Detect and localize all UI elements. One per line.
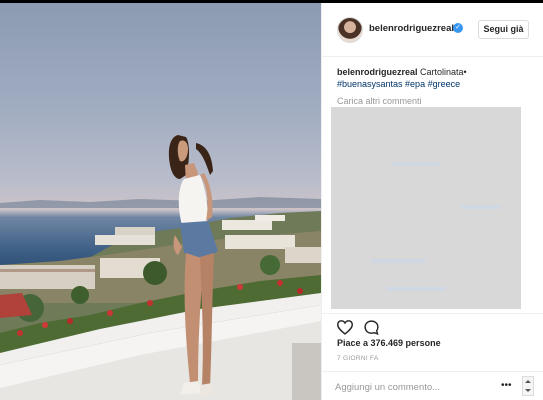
post-actions-bar	[322, 313, 543, 338]
more-options-icon[interactable]: •••	[501, 381, 512, 391]
comment-placeholder-line	[371, 259, 426, 263]
likes-count[interactable]: Piace a 376.469 persone	[337, 338, 441, 348]
avatar[interactable]	[337, 17, 363, 43]
add-comment-input[interactable]	[335, 380, 495, 394]
comment-placeholder-line	[461, 205, 501, 209]
post-timestamp: 7 GIORNI FA	[337, 355, 379, 362]
heart-icon[interactable]	[336, 319, 354, 335]
post-sidebar: belenrodriguezreal ✓ Segui già belenrodr…	[321, 3, 543, 400]
photo-scene	[0, 135, 321, 400]
post-header: belenrodriguezreal ✓ Segui già	[322, 3, 543, 57]
header-username[interactable]: belenrodriguezreal	[369, 23, 454, 34]
scrollbar-arrows-icon[interactable]	[522, 376, 534, 396]
comment-bubble-icon[interactable]	[363, 319, 380, 336]
post-caption: belenrodriguezreal Cartolinata• #buenasy…	[337, 66, 532, 90]
comment-placeholder-line	[386, 287, 446, 291]
comment-placeholder-line	[391, 162, 441, 166]
verified-badge-icon: ✓	[453, 23, 463, 33]
following-button[interactable]: Segui già	[478, 20, 529, 39]
instagram-post-window: belenrodriguezreal ✓ Segui già belenrodr…	[0, 0, 543, 400]
post-photo[interactable]	[0, 3, 321, 400]
caption-text: Cartolinata•	[417, 67, 467, 77]
comments-list-placeholder	[331, 107, 521, 309]
caption-hashtags[interactable]: #buenasysantas #epa #greece	[337, 79, 460, 89]
add-comment-section: •••	[322, 371, 543, 400]
load-more-comments-link[interactable]: Carica altri commenti	[337, 96, 422, 106]
caption-username[interactable]: belenrodriguezreal	[337, 67, 418, 77]
